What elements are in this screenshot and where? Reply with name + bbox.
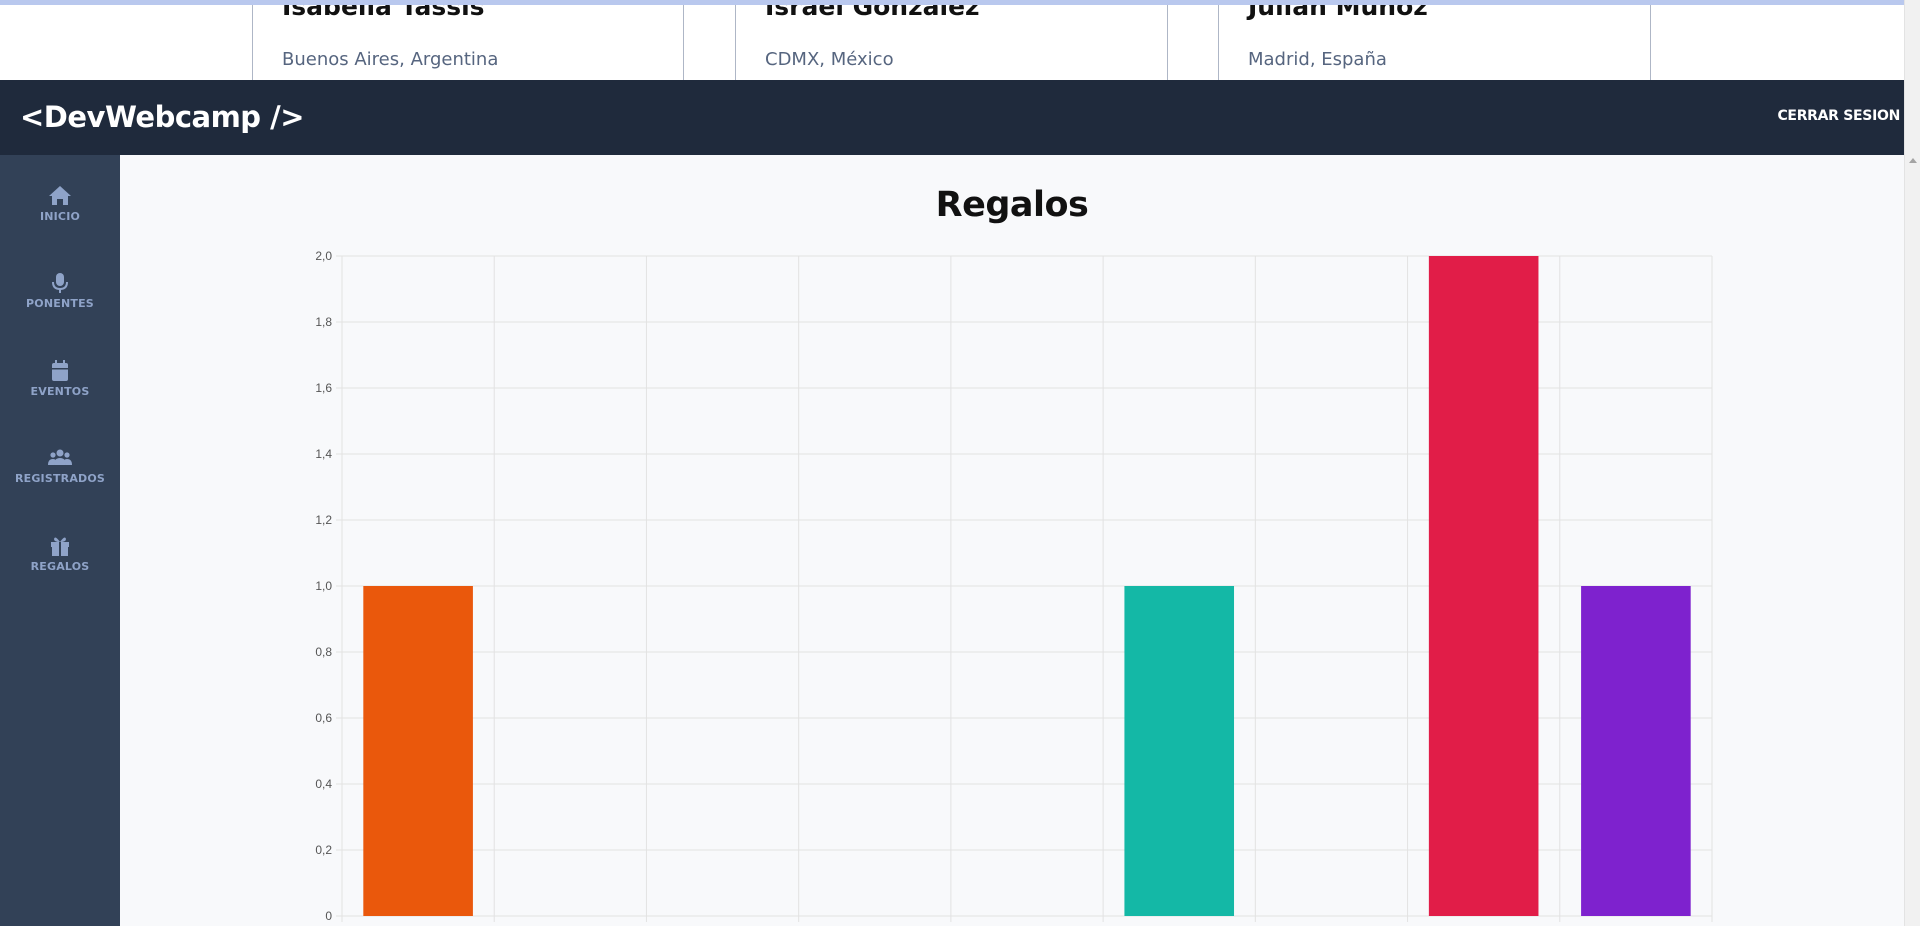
bar bbox=[1124, 586, 1235, 916]
y-tick-label: 0,2 bbox=[315, 843, 332, 857]
calendar-icon bbox=[52, 360, 68, 381]
sidebar-item-ponentes[interactable]: PONENTES bbox=[0, 270, 120, 340]
sidebar: INICIO PONENTES EVENTOS REGISTRADOS REGA… bbox=[0, 155, 120, 926]
speaker-name: Israel González bbox=[765, 0, 980, 21]
dashboard-header: <DevWebcamp /> CERRAR SESION bbox=[0, 80, 1904, 155]
y-tick-label: 2,0 bbox=[315, 249, 332, 263]
speaker-location: Buenos Aires, Argentina bbox=[282, 49, 499, 70]
sidebar-item-inicio[interactable]: INICIO bbox=[0, 183, 120, 253]
y-tick-label: 0,8 bbox=[315, 645, 332, 659]
sidebar-item-label: INICIO bbox=[39, 210, 81, 223]
y-tick-label: 1,8 bbox=[315, 315, 332, 329]
home-icon bbox=[49, 186, 71, 205]
speaker-card: Isabella Tassis Buenos Aires, Argentina bbox=[252, 0, 684, 80]
bar bbox=[363, 586, 473, 916]
sidebar-item-label: PONENTES bbox=[26, 297, 94, 310]
sidebar-item-label: REGALOS bbox=[30, 560, 90, 573]
sidebar-item-registrados[interactable]: REGISTRADOS bbox=[0, 445, 120, 515]
speaker-card: Israel González CDMX, México bbox=[735, 0, 1168, 80]
sidebar-item-eventos[interactable]: EVENTOS bbox=[0, 358, 120, 428]
regalos-bar-chart: 0 0,2 0,4 0,6 0,8 1,0 1,2 1,4 1,6 1,8 2,0 bbox=[315, 249, 1713, 923]
y-tick-label: 0,6 bbox=[315, 711, 332, 725]
y-tick-label: 1,6 bbox=[315, 381, 332, 395]
users-icon bbox=[48, 449, 72, 465]
logo[interactable]: <DevWebcamp /> bbox=[20, 100, 305, 134]
scroll-up-arrow-icon[interactable] bbox=[1909, 158, 1917, 163]
speaker-location: CDMX, México bbox=[765, 49, 894, 70]
y-tick-label: 0 bbox=[325, 909, 332, 923]
speaker-card: Julián Muñoz Madrid, España bbox=[1218, 0, 1651, 80]
speakers-strip: Isabella Tassis Buenos Aires, Argentina … bbox=[0, 0, 1904, 80]
y-tick-label: 1,0 bbox=[315, 579, 332, 593]
main-content: Regalos 0 0,2 0,4 0,6 0,8 1,0 1,2 1,4 1,6 1,8 2,0 bbox=[120, 155, 1904, 926]
y-tick-label: 0,4 bbox=[315, 777, 332, 791]
y-tick-label: 1,4 bbox=[315, 447, 332, 461]
speaker-location: Madrid, España bbox=[1248, 49, 1387, 70]
logout-button[interactable]: CERRAR SESION bbox=[1777, 108, 1900, 124]
speaker-name: Isabella Tassis bbox=[282, 0, 485, 21]
microphone-icon bbox=[52, 273, 68, 293]
y-tick-label: 1,2 bbox=[315, 513, 332, 527]
scrollbar[interactable] bbox=[1904, 0, 1920, 926]
speaker-name: Julián Muñoz bbox=[1248, 0, 1428, 21]
bar bbox=[1581, 586, 1691, 916]
sidebar-item-label: REGISTRADOS bbox=[14, 472, 106, 485]
sidebar-item-label: EVENTOS bbox=[30, 385, 90, 398]
sidebar-item-regalos[interactable]: REGALOS bbox=[0, 533, 120, 603]
gift-icon bbox=[51, 537, 69, 556]
bar bbox=[1428, 256, 1539, 916]
